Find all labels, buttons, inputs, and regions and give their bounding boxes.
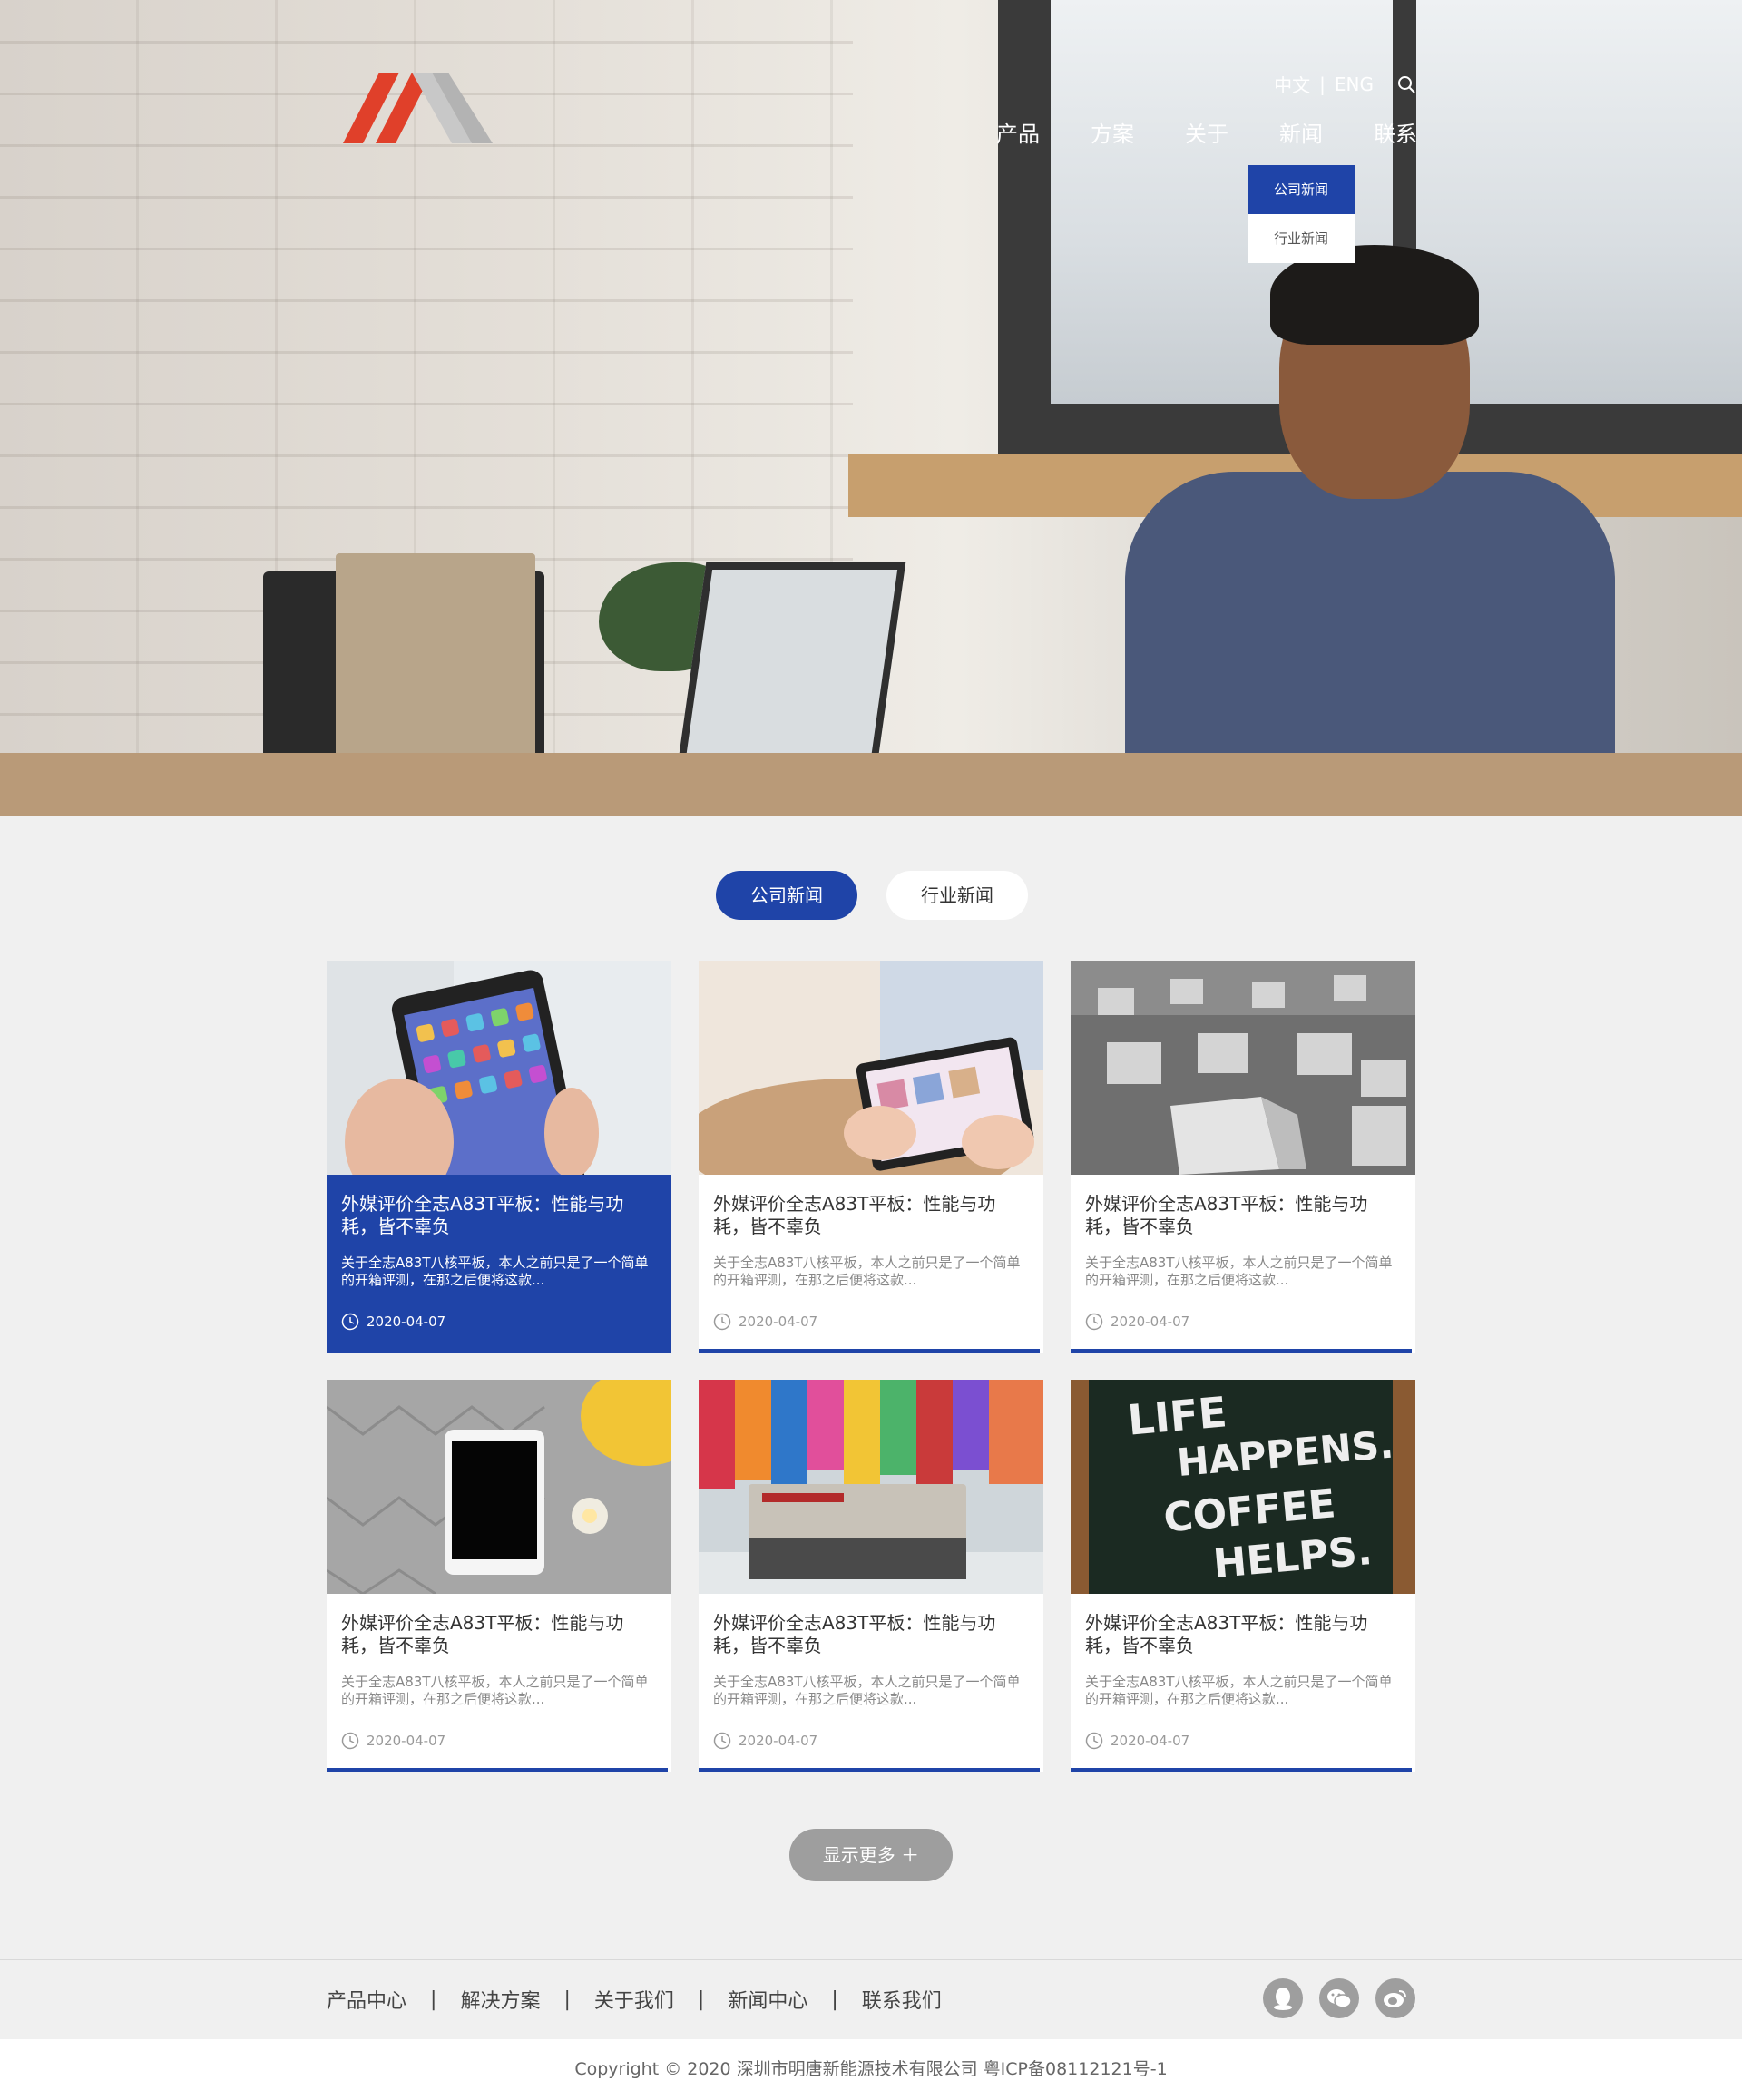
card-description: 关于全志A83T八核平板，本人之前只是了一个简单的开箱评测，在那之后便将这款..… [341,1674,649,1707]
clock-icon [1085,1313,1103,1331]
news-card[interactable]: 外媒评价全志A83T平板：性能与功耗，皆不辜负 关于全志A83T八核平板，本人之… [699,961,1043,1353]
card-thumbnail [327,961,671,1175]
social-icons [1263,1978,1415,2018]
nav-solutions[interactable]: 方案 [1065,116,1160,148]
card-date-text: 2020-04-07 [1111,1733,1190,1749]
card-description: 关于全志A83T八核平板，本人之前只是了一个简单的开箱评测，在那之后便将这款..… [1085,1255,1393,1288]
footer-separator: | [831,1988,838,2011]
card-date: 2020-04-07 [1085,1313,1189,1331]
card-description: 关于全志A83T八核平板，本人之前只是了一个简单的开箱评测，在那之后便将这款..… [713,1255,1021,1288]
letter-board-image: LIFE HAPPENS. COFFEE HELPS. [1071,1380,1415,1594]
card-date: 2020-04-07 [713,1732,817,1750]
footer-separator: | [697,1988,705,2011]
card-underline [699,1349,1040,1353]
company-logo[interactable] [343,73,493,143]
lang-divider: | [1319,73,1326,95]
news-tabs: 公司新闻 行业新闻 [716,871,1028,920]
tab-company-news[interactable]: 公司新闻 [716,871,857,920]
news-card[interactable]: 外媒评价全志A83T平板：性能与功耗，皆不辜负 关于全志A83T八核平板，本人之… [327,1380,671,1772]
language-bar: 中文 | ENG [1265,71,1415,97]
nav-news[interactable]: 新闻 [1254,116,1348,148]
weibo-icon[interactable] [1375,1978,1415,2018]
card-title[interactable]: 外媒评价全志A83T平板：性能与功耗，皆不辜负 [1085,1612,1401,1657]
main-nav: 产品 方案 关于 新闻 联系 [971,116,1443,148]
clock-icon [1085,1732,1103,1750]
footer-link-about[interactable]: 关于我们 [594,1985,674,2014]
footer-links: 产品中心 | 解决方案 | 关于我们 | 新闻中心 | 联系我们 [327,1960,942,2038]
card-date: 2020-04-07 [341,1732,445,1750]
card-body: 外媒评价全志A83T平板：性能与功耗，皆不辜负 关于全志A83T八核平板，本人之… [327,1175,671,1353]
card-date-text: 2020-04-07 [739,1314,818,1330]
card-description: 关于全志A83T八核平板，本人之前只是了一个简单的开箱评测，在那之后便将这款..… [1085,1674,1393,1707]
news-card[interactable]: 外媒评价全志A83T平板：性能与功耗，皆不辜负 关于全志A83T八核平板，本人之… [1071,961,1415,1353]
news-card[interactable]: 外媒评价全志A83T平板：性能与功耗，皆不辜负 关于全志A83T八核平板，本人之… [699,1380,1043,1772]
footer-link-solutions[interactable]: 解决方案 [460,1985,540,2014]
tab-industry-news[interactable]: 行业新闻 [886,871,1028,920]
card-date-text: 2020-04-07 [1111,1314,1190,1330]
news-card[interactable]: LIFE HAPPENS. COFFEE HELPS. 外媒评价全志A83T平板… [1071,1380,1415,1772]
card-title[interactable]: 外媒评价全志A83T平板：性能与功耗，皆不辜负 [341,1193,657,1238]
tablet-on-desk-image [699,961,1043,1175]
news-card[interactable]: 外媒评价全志A83T平板：性能与功耗，皆不辜负 关于全志A83T八核平板，本人之… [327,961,671,1353]
svg-text:LIFE: LIFE [1126,1387,1229,1444]
card-body: 外媒评价全志A83T平板：性能与功耗，皆不辜负 关于全志A83T八核平板，本人之… [1071,1175,1415,1353]
footer-link-products[interactable]: 产品中心 [327,1985,406,2014]
hero-banner [0,0,1742,816]
footer-separator: | [563,1988,571,2011]
footer-link-contact[interactable]: 联系我们 [862,1985,942,2014]
card-underline [327,1768,668,1772]
qq-icon[interactable] [1263,1978,1303,2018]
search-icon[interactable] [1397,75,1415,93]
card-date-text: 2020-04-07 [367,1314,446,1330]
card-date: 2020-04-07 [1085,1732,1189,1750]
card-date: 2020-04-07 [341,1313,445,1331]
card-date-text: 2020-04-07 [367,1733,446,1749]
card-thumbnail [699,1380,1043,1594]
show-more-button[interactable]: 显示更多 ＋ [789,1829,953,1881]
clock-icon [341,1313,359,1331]
news-dropdown: 公司新闻 行业新闻 [1248,165,1355,263]
news-grid: 外媒评价全志A83T平板：性能与功耗，皆不辜负 关于全志A83T八核平板，本人之… [327,961,1415,1772]
dropdown-company-news[interactable]: 公司新闻 [1248,165,1355,214]
game-console-image [699,1380,1043,1594]
nav-products[interactable]: 产品 [971,116,1065,148]
clock-icon [713,1732,731,1750]
card-thumbnail [327,1380,671,1594]
card-title[interactable]: 外媒评价全志A83T平板：性能与功耗，皆不辜负 [1085,1193,1401,1238]
dropdown-industry-news[interactable]: 行业新闻 [1248,214,1355,263]
nav-contact[interactable]: 联系 [1348,116,1443,148]
card-underline [699,1768,1040,1772]
clock-icon [713,1313,731,1331]
wechat-icon[interactable] [1319,1978,1359,2018]
footer-link-news[interactable]: 新闻中心 [728,1985,807,2014]
card-thumbnail: LIFE HAPPENS. COFFEE HELPS. [1071,1380,1415,1594]
card-underline [1071,1349,1412,1353]
card-body: 外媒评价全志A83T平板：性能与功耗，皆不辜负 关于全志A83T八核平板，本人之… [699,1594,1043,1772]
copyright-text: Copyright © 2020 深圳市明唐新能源技术有限公司 粤ICP备081… [0,2039,1742,2100]
card-description: 关于全志A83T八核平板，本人之前只是了一个简单的开箱评测，在那之后便将这款..… [341,1255,649,1288]
card-title[interactable]: 外媒评价全志A83T平板：性能与功耗，皆不辜负 [713,1193,1029,1238]
desk-surface [0,753,1742,816]
person-image [1071,245,1615,816]
card-body: 外媒评价全志A83T平板：性能与功耗，皆不辜负 关于全志A83T八核平板，本人之… [327,1594,671,1772]
lang-chinese[interactable]: 中文 [1265,71,1319,97]
card-underline [1071,1768,1412,1772]
nav-about[interactable]: 关于 [1160,116,1254,148]
footer-separator: | [430,1988,437,2011]
card-body: 外媒评价全志A83T平板：性能与功耗，皆不辜负 关于全志A83T八核平板，本人之… [699,1175,1043,1353]
card-date-text: 2020-04-07 [739,1733,818,1749]
card-description: 关于全志A83T八核平板，本人之前只是了一个简单的开箱评测，在那之后便将这款..… [713,1674,1021,1707]
card-thumbnail [1071,961,1415,1175]
card-date: 2020-04-07 [713,1313,817,1331]
lang-english[interactable]: ENG [1326,73,1383,95]
footer: 产品中心 | 解决方案 | 关于我们 | 新闻中心 | 联系我们 [0,1959,1742,2037]
clock-icon [341,1732,359,1750]
card-thumbnail [699,961,1043,1175]
concrete-cubes-image [1071,961,1415,1175]
tablet-in-hand-image [327,961,671,1175]
card-title[interactable]: 外媒评价全志A83T平板：性能与功耗，皆不辜负 [341,1612,657,1657]
card-title[interactable]: 外媒评价全志A83T平板：性能与功耗，皆不辜负 [713,1612,1029,1657]
card-body: 外媒评价全志A83T平板：性能与功耗，皆不辜负 关于全志A83T八核平板，本人之… [1071,1594,1415,1772]
tablet-on-sweater-image [327,1380,671,1594]
